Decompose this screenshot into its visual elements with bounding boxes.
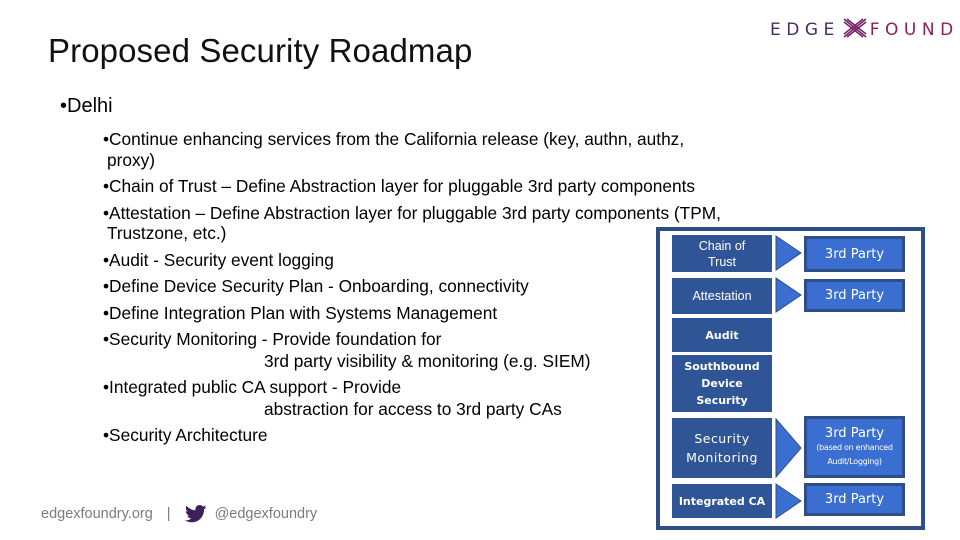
third-party-label: 3rd Party: [824, 492, 885, 507]
component-label: Chain of: [698, 238, 746, 253]
bullet-chain-of-trust: •Chain of Trust – Define Abstraction lay…: [103, 173, 803, 200]
component-label: Security: [696, 394, 748, 407]
component-chain-of-trust: Chain of Trust: [672, 235, 772, 272]
arrow-right-icon: [775, 483, 802, 519]
arrow-right-icon: [775, 418, 802, 479]
bullet-line: •Chain of Trust – Define Abstraction lay…: [103, 176, 696, 196]
logo-foundry-text: FOUNDRY: [869, 20, 960, 40]
footer: edgexfoundry.org | @edgexfoundry: [41, 505, 317, 523]
third-party-attestation: 3rd Party: [804, 279, 905, 312]
arrow-right-icon: [775, 235, 802, 271]
component-security-monitoring: Security Monitoring: [672, 418, 772, 478]
third-party-note: (based on enhanced: [816, 442, 893, 452]
third-party-label: 3rd Party: [824, 246, 885, 262]
component-integrated-ca: Integrated CA: [672, 484, 772, 518]
third-party-label: 3rd Party: [824, 425, 885, 441]
logo-x-mark-icon: [842, 17, 868, 43]
edgex-foundry-logo: EDGE FOUNDRY ™: [770, 16, 960, 44]
third-party-chain-of-trust: 3rd Party: [804, 236, 905, 272]
component-label: Southbound: [684, 360, 760, 373]
slide-title: Proposed Security Roadmap: [48, 32, 473, 69]
component-audit: Audit: [672, 318, 772, 352]
footer-twitter-handle[interactable]: @edgexfoundry: [215, 506, 318, 522]
component-label: Device: [701, 377, 743, 390]
component-attestation: Attestation: [672, 278, 772, 314]
third-party-note: Audit/Logging): [827, 456, 882, 466]
component-label: Audit: [705, 328, 739, 342]
component-label: Attestation: [692, 289, 752, 303]
component-label: Trust: [707, 254, 736, 269]
footer-separator: |: [166, 506, 171, 522]
third-party-integrated-ca: 3rd Party: [804, 483, 905, 516]
footer-site-link[interactable]: edgexfoundry.org: [41, 506, 153, 522]
bullet-continue-enhancing: •Continue enhancing services from the Ca…: [103, 126, 803, 173]
component-label: Integrated CA: [678, 494, 766, 508]
bullet-delhi: •Delhi: [60, 95, 113, 117]
arrow-right-icon: [775, 277, 802, 313]
third-party-security-monitoring: 3rd Party (based on enhanced Audit/Loggi…: [804, 416, 905, 478]
component-southbound-device-security: Southbound Device Security: [672, 355, 772, 412]
component-label: Security: [694, 431, 750, 446]
twitter-bird-icon: [184, 505, 207, 523]
logo-edge-text: EDGE: [770, 20, 840, 40]
third-party-label: 3rd Party: [824, 288, 885, 303]
component-label: Monitoring: [686, 450, 758, 465]
